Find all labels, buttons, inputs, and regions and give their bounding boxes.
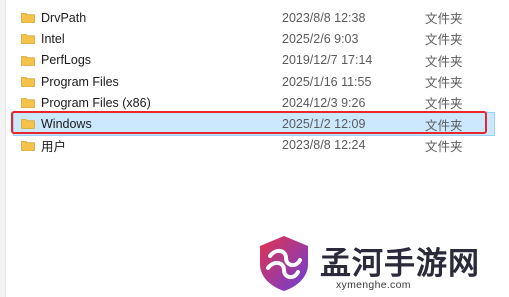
watermark-logo-icon xyxy=(260,236,308,291)
file-name: Intel xyxy=(41,31,65,46)
file-date: 2025/1/2 12:09 xyxy=(282,117,366,132)
file-type: 文件夹 xyxy=(425,33,463,48)
file-list: DrvPath 2023/8/8 12:38 文件夹 Intel 2025/2/… xyxy=(13,7,495,156)
file-row[interactable]: Program Files (x86) 2024/12/3 9:26 文件夹 xyxy=(14,92,494,113)
file-row[interactable]: PerfLogs 2019/12/7 17:14 文件夹 xyxy=(14,50,494,71)
file-name: PerfLogs xyxy=(41,53,92,68)
folder-icon xyxy=(21,12,35,23)
file-type: 文件夹 xyxy=(425,139,463,154)
watermark-url: xymenghe.com xyxy=(336,279,411,291)
file-date: 2019/12/7 17:14 xyxy=(282,53,373,68)
folder-icon xyxy=(21,97,35,109)
file-type: 文件夹 xyxy=(425,118,463,133)
folder-icon xyxy=(21,140,35,151)
folder-icon xyxy=(21,33,35,45)
folder-icon xyxy=(21,55,35,66)
file-name: Windows xyxy=(41,117,92,132)
file-date: 2025/1/16 11:55 xyxy=(282,74,372,89)
file-row[interactable]: Program Files 2025/1/16 11:55 文件夹 xyxy=(14,71,494,92)
watermark-title: 孟河手游网 xyxy=(320,246,480,282)
file-type: 文件夹 xyxy=(425,76,463,91)
file-row[interactable]: DrvPath 2023/8/8 12:38 文件夹 xyxy=(14,7,494,28)
file-name: Program Files (x86) xyxy=(41,95,151,110)
file-row-selected[interactable]: Windows 2025/1/2 12:09 文件夹 xyxy=(13,112,495,136)
file-row[interactable]: 用户 2023/8/8 12:24 文件夹 xyxy=(14,135,494,156)
file-name: 用户 xyxy=(41,139,67,154)
file-name: DrvPath xyxy=(41,10,87,25)
file-date: 2023/8/8 12:38 xyxy=(282,10,366,25)
file-type: 文件夹 xyxy=(425,97,463,112)
file-type: 文件夹 xyxy=(425,12,463,27)
navigation-pane-edge xyxy=(0,0,6,297)
watermark: 孟河手游网 xymenghe.com xyxy=(256,234,506,296)
file-date: 2025/2/6 9:03 xyxy=(282,31,359,46)
file-date: 2024/12/3 9:26 xyxy=(282,95,366,110)
folder-icon xyxy=(21,76,35,87)
file-type: 文件夹 xyxy=(425,54,463,69)
file-name: Program Files xyxy=(41,74,119,89)
file-row[interactable]: Intel 2025/2/6 9:03 文件夹 xyxy=(14,28,494,49)
file-date: 2023/8/8 12:24 xyxy=(282,138,366,153)
folder-icon xyxy=(21,118,35,130)
